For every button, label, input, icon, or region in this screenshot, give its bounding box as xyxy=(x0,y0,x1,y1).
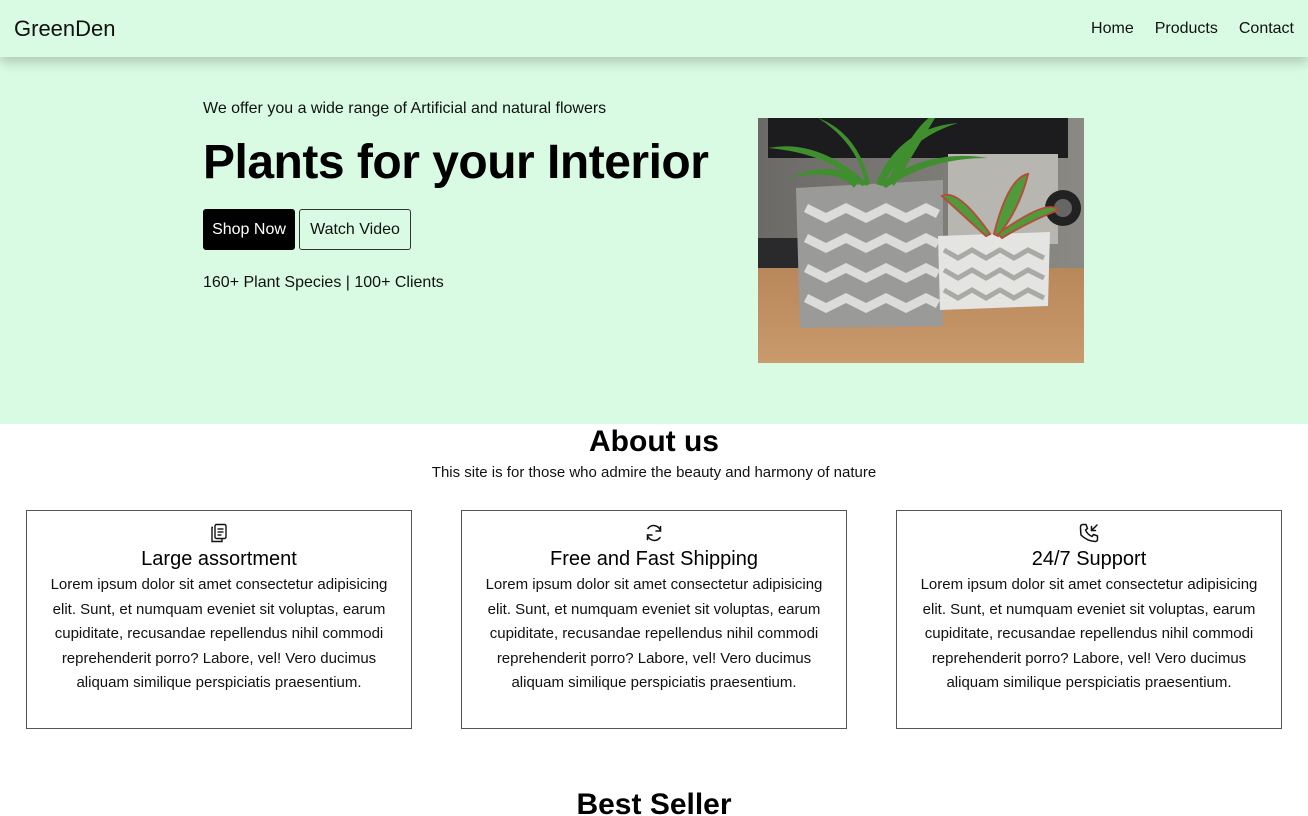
nav-link-contact[interactable]: Contact xyxy=(1239,20,1294,38)
card-title: Large assortment xyxy=(141,548,297,570)
shop-now-button[interactable]: Shop Now xyxy=(203,209,295,250)
nav-links: Home Products Contact xyxy=(1091,20,1294,38)
hero-section: We offer you a wide range of Artificial … xyxy=(0,57,1308,424)
card-title: 24/7 Support xyxy=(1031,548,1147,570)
card-text: Lorem ipsum dolor sit amet consectetur a… xyxy=(485,576,823,691)
card-text: Lorem ipsum dolor sit amet consectetur a… xyxy=(50,576,388,691)
card-title: Free and Fast Shipping xyxy=(550,548,758,570)
refresh-icon xyxy=(462,521,846,545)
hero-title: Plants for your Interior xyxy=(203,136,709,189)
about-title: About us xyxy=(589,425,719,458)
navbar: GreenDen Home Products Contact xyxy=(0,0,1308,57)
about-subtitle: This site is for those who admire the be… xyxy=(431,464,877,481)
feature-card-shipping: Free and Fast Shipping Lorem ipsum dolor… xyxy=(461,510,847,729)
best-seller-title: Best Seller xyxy=(576,788,732,816)
hero-tagline: We offer you a wide range of Artificial … xyxy=(203,100,607,117)
nav-link-home[interactable]: Home xyxy=(1091,20,1134,38)
nav-link-products[interactable]: Products xyxy=(1155,20,1218,38)
feature-card-assortment: Large assortment Lorem ipsum dolor sit a… xyxy=(26,510,412,729)
card-text: Lorem ipsum dolor sit amet consectetur a… xyxy=(920,576,1258,691)
clipboard-icon xyxy=(27,521,411,545)
hero-plant-image xyxy=(758,118,1084,363)
phone-incoming-icon xyxy=(897,521,1281,545)
watch-video-button[interactable]: Watch Video xyxy=(299,209,411,250)
hero-stats: 160+ Plant Species | 100+ Clients xyxy=(203,274,444,291)
brand-logo[interactable]: GreenDen xyxy=(14,16,116,42)
feature-card-support: 24/7 Support Lorem ipsum dolor sit amet … xyxy=(896,510,1282,729)
